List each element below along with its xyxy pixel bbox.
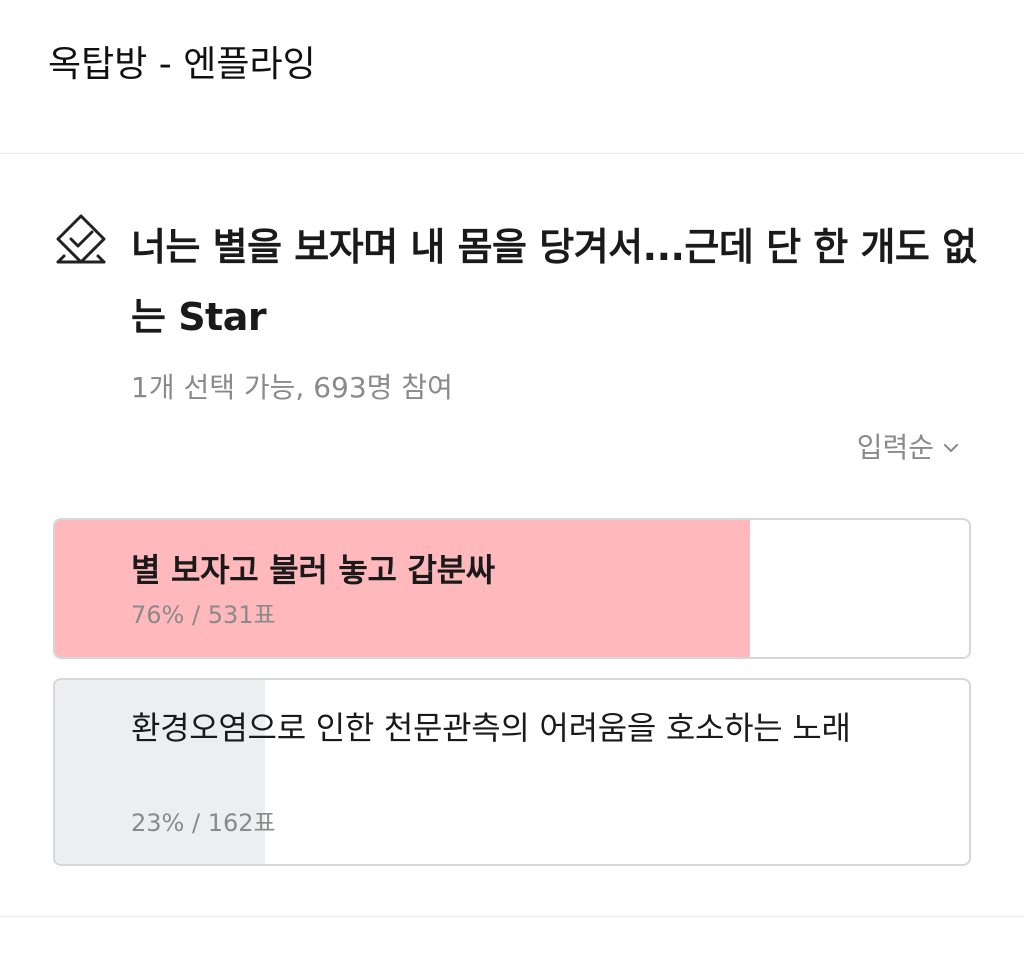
poll-option-1-stat: 76% / 531표 xyxy=(131,601,276,629)
poll-option-1[interactable]: 별 보자고 불러 놓고 갑분싸 76% / 531표 xyxy=(53,518,971,659)
chat-header: 옥탑방 - 엔플라잉 xyxy=(0,0,1024,154)
sort-dropdown[interactable]: 입력순 xyxy=(857,428,960,468)
vote-check-icon xyxy=(50,210,112,272)
chat-room-title: 옥탑방 - 엔플라잉 xyxy=(48,44,316,85)
poll-option-2[interactable]: 환경오염으로 인한 천문관측의 어려움을 호소하는 노래 23% / 162표 xyxy=(53,678,971,866)
poll-option-2-stat: 23% / 162표 xyxy=(131,809,276,837)
chevron-down-icon xyxy=(944,444,958,452)
poll-question: 너는 별을 보자며 내 몸을 당겨서...근데 단 한 개도 없는 Star xyxy=(131,225,977,339)
bottom-divider xyxy=(0,916,1024,917)
poll-meta: 1개 선택 가능, 693명 참여 xyxy=(131,371,453,404)
poll-option-1-label: 별 보자고 불러 놓고 갑분싸 xyxy=(131,551,495,589)
poll-option-2-label: 환경오염으로 인한 천문관측의 어려움을 호소하는 노래 xyxy=(131,709,851,747)
sort-label: 입력순 xyxy=(856,431,934,464)
